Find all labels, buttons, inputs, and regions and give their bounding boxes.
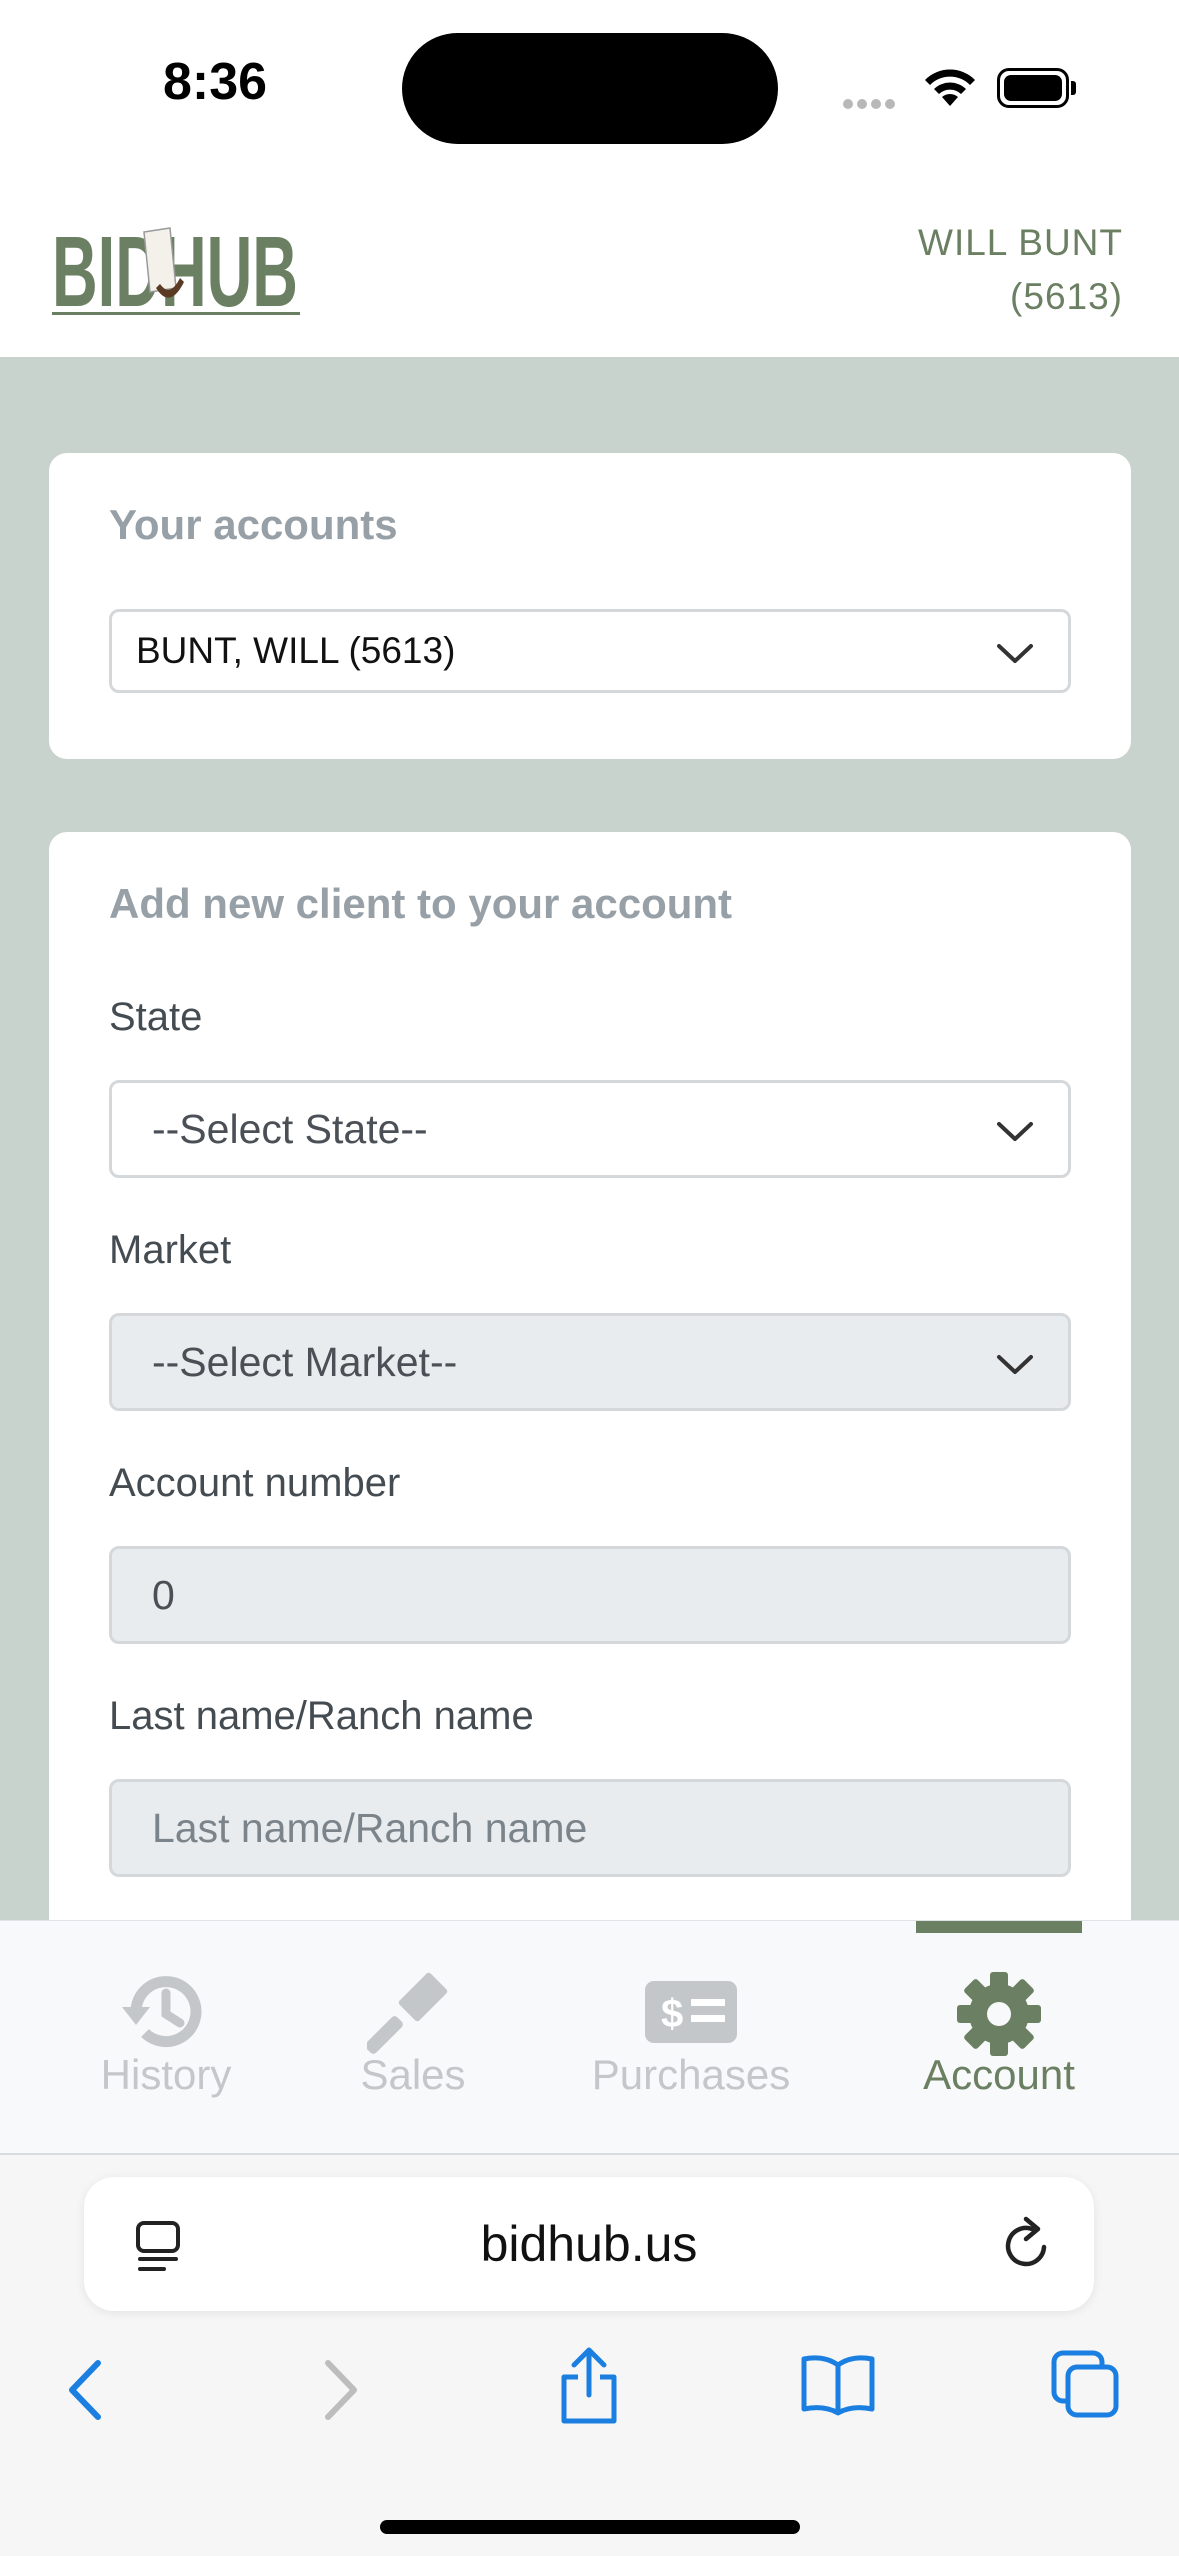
dynamic-island [402,33,778,144]
main-content[interactable]: Your accounts BUNT, WILL (5613) Add new … [0,357,1179,1920]
battery-icon [997,68,1077,108]
bottom-tab-bar: History Sales $ Purchases Account [0,1920,1179,2155]
market-label: Market [109,1228,232,1272]
url-text: bidhub.us [480,2216,698,2272]
market-select[interactable]: --Select Market-- [109,1313,1071,1411]
state-select[interactable]: --Select State-- [109,1080,1071,1178]
add-client-card-title: Add new client to your account [109,880,733,927]
user-name: WILL BUNT [918,222,1123,263]
history-icon [122,1976,202,2048]
app-header: BIDHUB WILL BUNT (5613) [0,170,1179,357]
bidhub-logo[interactable]: BIDHUB [52,218,300,318]
tabs-icon[interactable] [1050,2349,1122,2421]
wifi-icon [925,69,975,106]
browser-toolbar: bidhub.us [0,2155,1179,2556]
status-time: 8:36 [162,53,268,111]
state-select-value: --Select State-- [152,1106,428,1152]
account-number-input[interactable]: 0 [109,1546,1071,1644]
tab-purchases[interactable]: $ Purchases [571,1921,811,2156]
tab-account[interactable]: Account [894,1921,1104,2156]
svg-text:$: $ [661,1992,683,2036]
address-bar[interactable]: bidhub.us [84,2177,1094,2311]
tab-account-label: Account [923,2051,1075,2098]
user-name-display[interactable]: WILL BUNT (5613) [918,216,1123,324]
cellular-signal-icon [843,96,899,114]
gavel-icon [367,1972,448,2054]
tab-history-label: History [100,2051,232,2098]
gear-icon [957,1972,1041,2056]
account-number-value: 0 [152,1572,175,1618]
last-name-label: Last name/Ranch name [109,1694,534,1738]
user-id: (5613) [1010,276,1123,317]
account-select-value: BUNT, WILL (5613) [136,630,456,671]
accounts-card: Your accounts BUNT, WILL (5613) [49,453,1131,759]
bookmarks-icon[interactable] [800,2351,876,2417]
accounts-card-title: Your accounts [109,501,398,548]
back-icon[interactable] [64,2355,108,2425]
tab-purchases-label: Purchases [591,2051,791,2098]
chevron-down-icon [997,644,1033,663]
reload-icon[interactable] [1000,2215,1054,2273]
status-bar: 8:36 [0,0,1179,170]
state-label: State [109,995,203,1039]
share-icon[interactable] [556,2345,622,2427]
tab-history[interactable]: History [66,1921,266,2156]
chevron-down-icon [997,1355,1033,1374]
chevron-down-icon [997,1122,1033,1141]
account-select[interactable]: BUNT, WILL (5613) [109,609,1071,693]
last-name-placeholder: Last name/Ranch name [152,1805,588,1851]
tab-sales-label: Sales [360,2051,466,2098]
market-select-value: --Select Market-- [152,1339,458,1385]
home-indicator [380,2520,800,2534]
money-bill-icon: $ [645,1981,737,2043]
last-name-input[interactable]: Last name/Ranch name [109,1779,1071,1877]
forward-icon[interactable] [318,2355,362,2425]
account-number-label: Account number [109,1461,401,1505]
svg-text:BIDHUB: BIDHUB [52,218,298,318]
add-client-card: Add new client to your account State --S… [49,832,1131,1920]
tab-sales[interactable]: Sales [313,1921,513,2156]
